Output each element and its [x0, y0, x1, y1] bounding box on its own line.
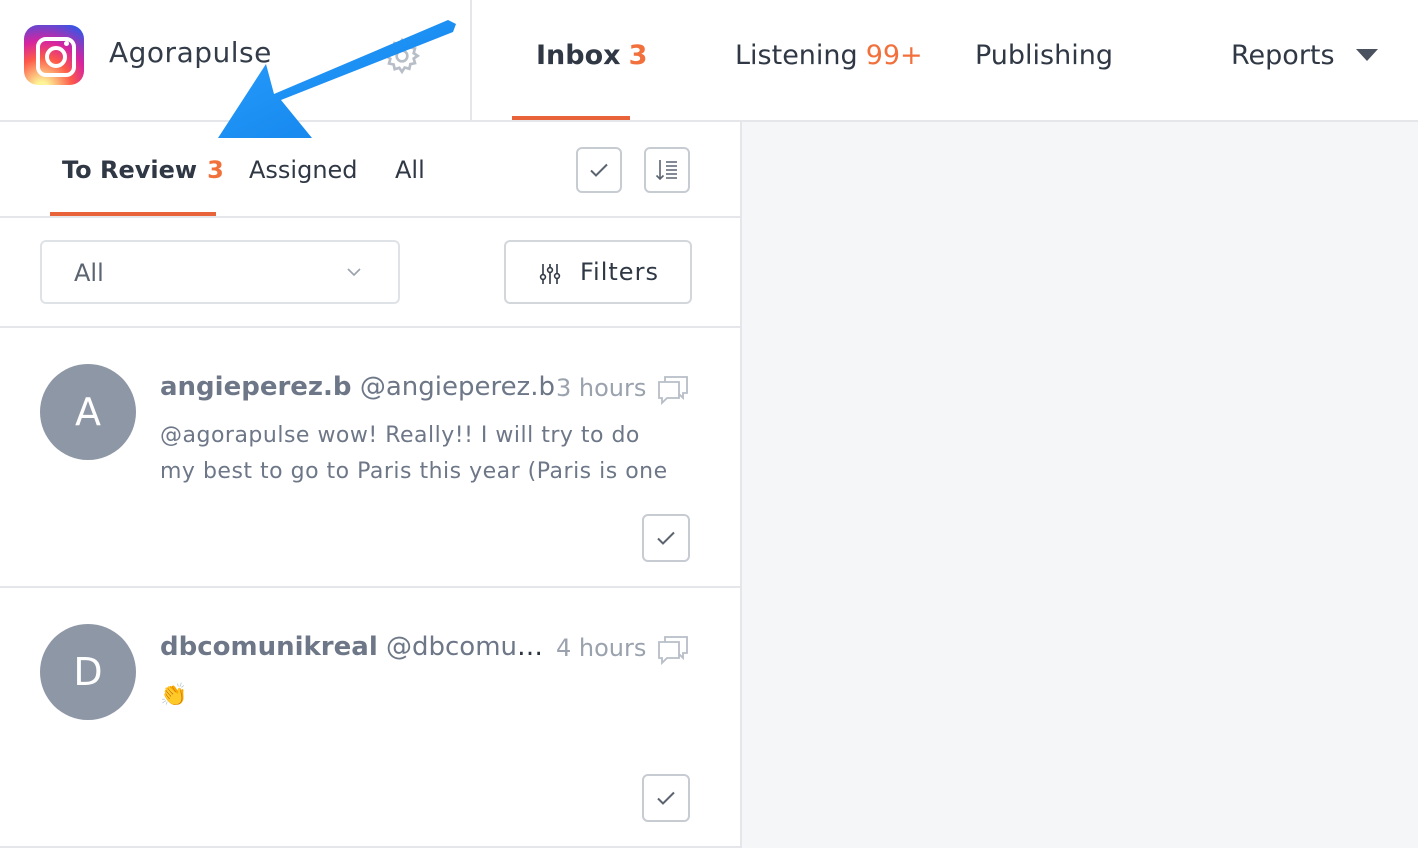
nav-active-indicator	[512, 116, 630, 120]
top-navigation-bar: Agorapulse Inbox 3 Listening 99+ Publishin…	[0, 0, 1418, 122]
avatar: A	[40, 364, 136, 460]
nav-listening[interactable]: Listening 99+	[735, 40, 923, 71]
gear-icon[interactable]	[382, 36, 422, 76]
item-author-name: angieperez.b	[160, 372, 352, 402]
list-item[interactable]: A angieperez.b @angieperez.b 3 hours @ag…	[0, 328, 740, 588]
filters-button[interactable]: Filters	[504, 240, 692, 304]
subtab-active-indicator	[50, 212, 216, 216]
item-timestamp: 3 hours	[556, 374, 647, 402]
check-icon	[590, 163, 608, 177]
select-value: All	[74, 259, 104, 287]
tab-assigned-label: Assigned	[249, 156, 358, 184]
account-filter-select[interactable]: All	[40, 240, 400, 304]
item-header: angieperez.b @angieperez.b	[160, 372, 560, 402]
conversation-detail-panel	[742, 122, 1418, 848]
nav-publishing[interactable]: Publishing	[975, 40, 1113, 71]
mark-reviewed-button[interactable]	[642, 514, 690, 562]
item-message: @agorapulse wow! Really!! I will try to …	[160, 423, 668, 484]
inbox-list-panel: To Review 3 Assigned All All Filters A a…	[0, 122, 742, 848]
tab-to-review-badge: 3	[207, 156, 224, 184]
comment-icon	[658, 376, 688, 406]
nav-inbox-label: Inbox	[536, 40, 621, 71]
mark-reviewed-button[interactable]	[642, 774, 690, 822]
nav-inbox[interactable]: Inbox 3	[536, 40, 647, 71]
filters-label: Filters	[580, 258, 659, 286]
nav-reports-label: Reports	[1231, 40, 1335, 71]
item-author-handle: @angieperez.b	[359, 372, 555, 402]
sort-button[interactable]	[644, 147, 690, 193]
filter-bar: All Filters	[0, 218, 740, 328]
list-item[interactable]: D dbcomunikreal @dbcomunikreal 4 hours 👏	[0, 588, 740, 848]
sliders-icon	[539, 264, 561, 284]
item-message: 👏	[160, 683, 188, 708]
check-icon	[657, 791, 675, 805]
mark-all-reviewed-button[interactable]	[576, 147, 622, 193]
nav-listening-label: Listening	[735, 40, 858, 71]
inbox-subtabs: To Review 3 Assigned All	[0, 122, 740, 218]
check-icon	[657, 531, 675, 545]
item-header: dbcomunikreal @dbcomunikreal	[160, 632, 552, 662]
tab-all[interactable]: All	[395, 156, 425, 184]
avatar: D	[40, 624, 136, 720]
account-header: Agorapulse	[0, 0, 472, 120]
tab-all-label: All	[395, 156, 425, 184]
nav-publishing-label: Publishing	[975, 40, 1113, 71]
nav-reports[interactable]: Reports	[1231, 40, 1335, 71]
caret-down-icon[interactable]	[1356, 49, 1378, 61]
nav-listening-badge: 99+	[865, 40, 923, 71]
account-name: Agorapulse	[109, 36, 272, 69]
item-timestamp: 4 hours	[556, 634, 647, 662]
tab-to-review[interactable]: To Review 3	[62, 156, 224, 184]
tab-to-review-label: To Review	[62, 156, 198, 184]
item-author-handle: @dbcomunikreal	[386, 632, 552, 662]
tab-assigned[interactable]: Assigned	[249, 156, 358, 184]
item-author-name: dbcomunikreal	[160, 632, 378, 662]
comment-icon	[658, 636, 688, 666]
chevron-down-icon	[347, 268, 361, 277]
sort-icon	[655, 160, 677, 181]
nav-inbox-badge: 3	[628, 40, 648, 71]
instagram-logo-icon	[24, 25, 84, 85]
